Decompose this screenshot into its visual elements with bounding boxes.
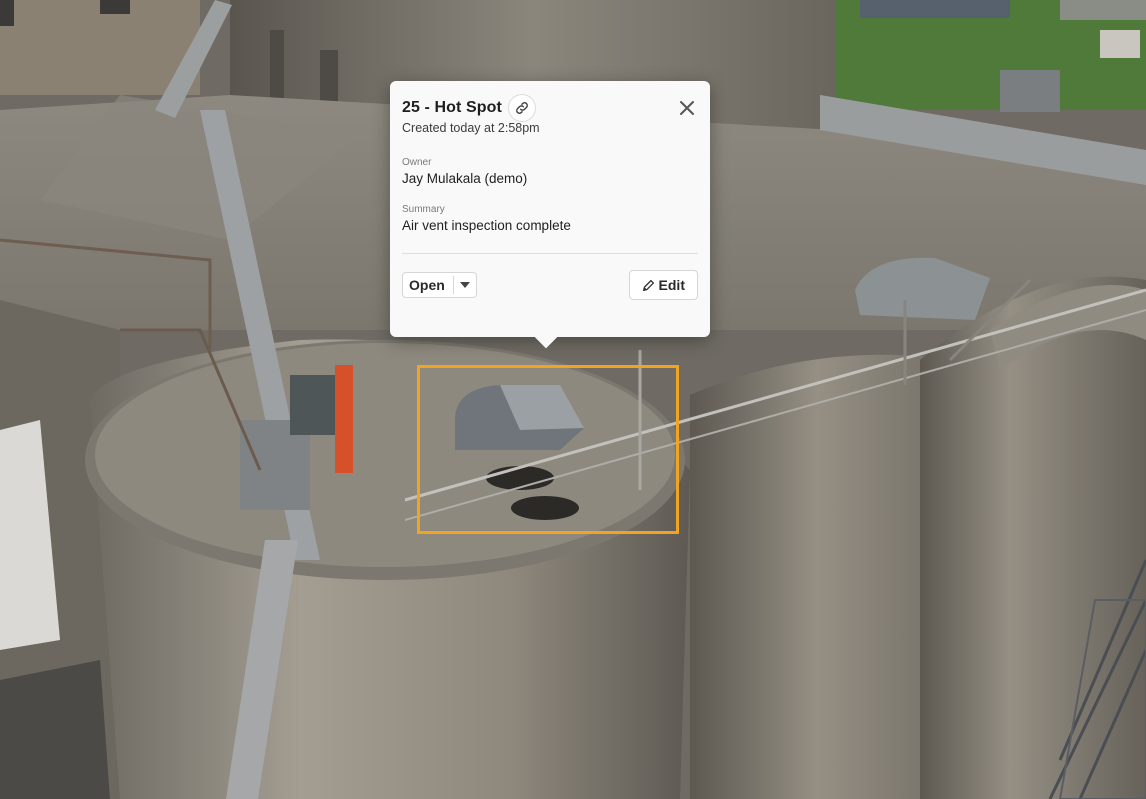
divider [402, 253, 698, 254]
status-dropdown[interactable]: Open [402, 272, 477, 298]
owner-value: Jay Mulakala (demo) [402, 171, 528, 186]
edit-label: Edit [658, 277, 685, 293]
popover-header: 25 - Hot Spot [402, 94, 698, 122]
created-timestamp: Created today at 2:58pm [402, 121, 540, 135]
hotspot-annotation-box[interactable] [417, 365, 679, 534]
summary-value: Air vent inspection complete [402, 218, 571, 233]
link-icon [516, 102, 528, 114]
close-button[interactable] [676, 97, 698, 119]
edit-button[interactable]: Edit [628, 270, 698, 300]
caret-down-icon [459, 282, 470, 288]
copy-link-button[interactable] [507, 94, 536, 122]
status-value: Open [409, 277, 445, 293]
popover-actions: Open Edit [402, 270, 698, 300]
annotation-popover: 25 - Hot Spot Created today at 2:58pm Ow… [390, 81, 710, 337]
annotation-title: 25 - Hot Spot [402, 99, 502, 116]
status-caret[interactable] [452, 276, 476, 294]
summary-label: Summary [402, 204, 445, 215]
close-icon [680, 101, 694, 115]
pencil-icon [642, 279, 654, 291]
owner-label: Owner [402, 157, 432, 168]
